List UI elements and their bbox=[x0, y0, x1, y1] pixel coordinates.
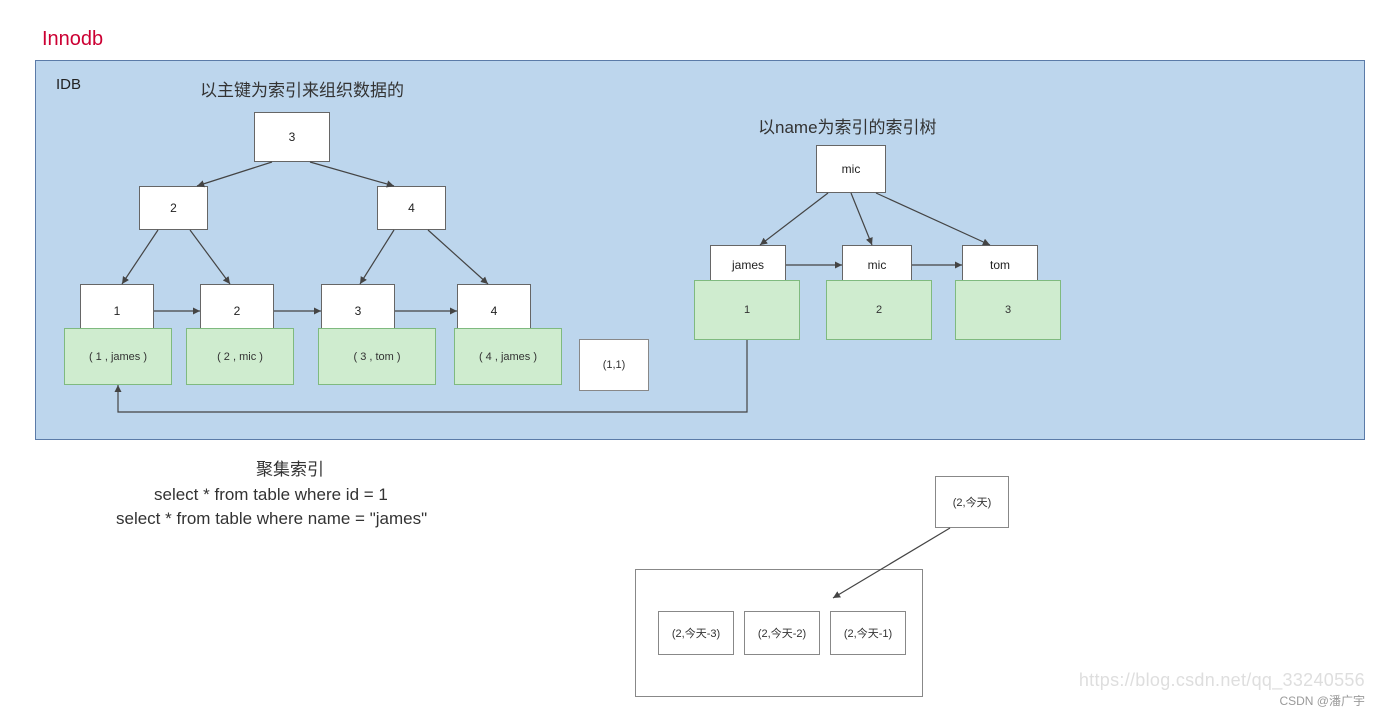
bottom-child-2: (2,今天-1) bbox=[830, 611, 906, 655]
footer-sql-1: select * from table where id = 1 bbox=[154, 485, 388, 505]
name-leaf-key-1: mic bbox=[842, 245, 912, 285]
bottom-child-1: (2,今天-2) bbox=[744, 611, 820, 655]
footer-heading: 聚集索引 bbox=[256, 455, 324, 480]
pk-leaf-data-0: ( 1 , james ) bbox=[64, 328, 172, 385]
name-leaf-data-1: 2 bbox=[826, 280, 932, 340]
pk-leaf-data-3: ( 4 , james ) bbox=[454, 328, 562, 385]
pk-l2-1: 4 bbox=[377, 186, 446, 230]
bottom-parent: (2,今天) bbox=[935, 476, 1009, 528]
name-leaf-key-0: james bbox=[710, 245, 786, 285]
pk-extra-box: (1,1) bbox=[579, 339, 649, 391]
primary-tree-heading: 以主键为索引来组织数据的 bbox=[200, 76, 404, 101]
footer-sql-2: select * from table where name = "james" bbox=[116, 509, 427, 529]
idb-label: IDB bbox=[56, 76, 81, 93]
name-root: mic bbox=[816, 145, 886, 193]
watermark-author: CSDN @潘广宇 bbox=[1279, 692, 1365, 709]
name-leaf-data-2: 3 bbox=[955, 280, 1061, 340]
pk-leaf-data-2: ( 3 , tom ) bbox=[318, 328, 436, 385]
pk-root: 3 bbox=[254, 112, 330, 162]
pk-l2-0: 2 bbox=[139, 186, 208, 230]
title-innodb: Innodb bbox=[42, 28, 103, 51]
name-tree-heading: 以name为索引的索引树 bbox=[758, 113, 937, 138]
bottom-child-0: (2,今天-3) bbox=[658, 611, 734, 655]
pk-leaf-data-1: ( 2 , mic ) bbox=[186, 328, 294, 385]
name-leaf-data-0: 1 bbox=[694, 280, 800, 340]
name-leaf-key-2: tom bbox=[962, 245, 1038, 285]
watermark-url: https://blog.csdn.net/qq_33240556 bbox=[1079, 670, 1365, 691]
